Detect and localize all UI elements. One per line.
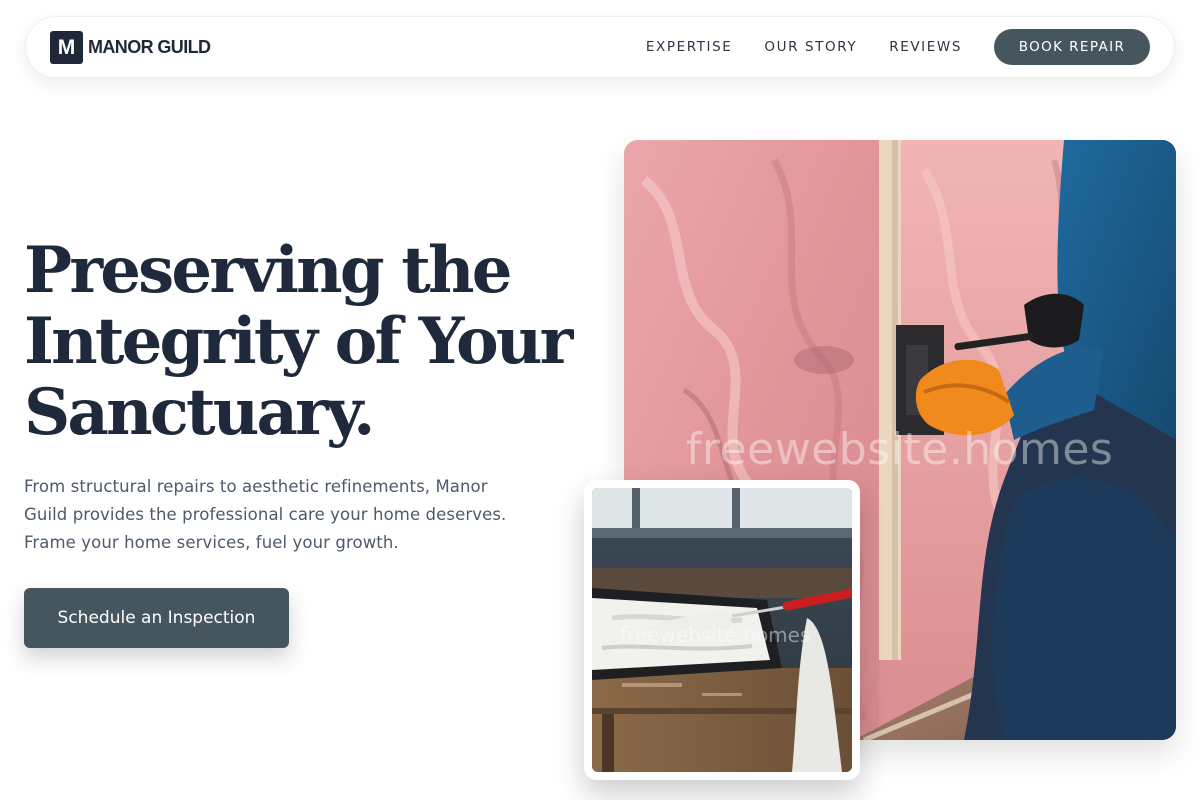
- hero-title: Preserving the Integrity of Your Sanctua…: [24, 235, 624, 448]
- hero-subtitle-line: Guild provides the professional care you…: [24, 505, 507, 524]
- main-image-watermark: freewebsite.homes: [686, 424, 1114, 475]
- hero-subtitle: From structural repairs to aesthetic ref…: [24, 473, 524, 557]
- inset-image-watermark: freewebsite.homes: [620, 623, 811, 647]
- schedule-inspection-button[interactable]: Schedule an Inspection: [24, 588, 289, 648]
- navbar: M MANOR GUILD EXPERTISE OUR STORY REVIEW…: [25, 16, 1175, 78]
- nav-link-reviews[interactable]: REVIEWS: [889, 39, 962, 55]
- hero-subtitle-line: From structural repairs to aesthetic ref…: [24, 477, 488, 496]
- nav-links: EXPERTISE OUR STORY REVIEWS BOOK REPAIR: [646, 29, 1150, 65]
- hero-title-line: Sanctuary.: [24, 375, 375, 450]
- nav-link-expertise[interactable]: EXPERTISE: [646, 39, 733, 55]
- logo-mark: M: [50, 31, 83, 64]
- brand-logo[interactable]: M MANOR GUILD: [50, 31, 211, 64]
- nav-link-our-story[interactable]: OUR STORY: [764, 39, 857, 55]
- book-repair-button[interactable]: BOOK REPAIR: [994, 29, 1150, 65]
- inset-image: freewebsite.homes: [592, 488, 852, 772]
- inset-image-frame: freewebsite.homes: [584, 480, 860, 780]
- hero-title-line: Preserving the: [24, 233, 513, 308]
- brand-name: MANOR GUILD: [88, 37, 211, 57]
- hero-title-line: Integrity of Your: [24, 304, 573, 379]
- hero-subtitle-line: Frame your home services, fuel your grow…: [24, 533, 399, 552]
